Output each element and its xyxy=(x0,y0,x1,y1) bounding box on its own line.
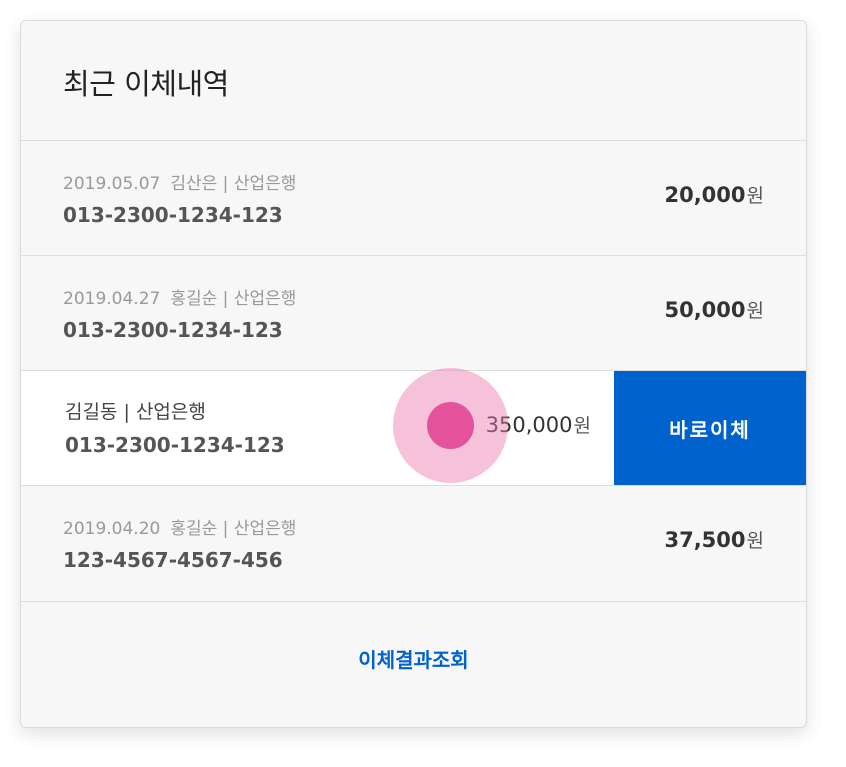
transfer-date: 2019.05.07 xyxy=(63,174,161,194)
transfer-meta: 2019.04.27 홍길순 | 산업은행 xyxy=(63,284,296,309)
currency-unit: 원 xyxy=(746,300,764,322)
account-number: 013-2300-1234-123 xyxy=(65,433,285,457)
transfer-date: 2019.04.27 xyxy=(63,289,161,309)
currency-unit: 원 xyxy=(746,185,764,207)
amount-value: 50,000 xyxy=(664,298,746,322)
recipient-name: 홍길순 xyxy=(170,519,218,539)
currency-unit: 원 xyxy=(746,530,764,552)
transfer-results-link[interactable]: 이체결과조회 xyxy=(21,644,806,673)
quick-transfer-button[interactable]: 바로이체 xyxy=(614,371,806,485)
account-number: 123-4567-4567-456 xyxy=(63,548,283,572)
transfer-row[interactable]: 2019.04.27 홍길순 | 산업은행 013-2300-1234-123 5… xyxy=(21,255,806,370)
transfer-meta: 2019.04.20 홍길순 | 산업은행 xyxy=(63,514,296,539)
bank-name: 산업은행 xyxy=(233,174,297,194)
bank-name: 산업은행 xyxy=(233,289,297,309)
amount-value: 20,000 xyxy=(664,183,746,207)
transfer-date: 2019.04.20 xyxy=(63,519,161,539)
recipient-name: 김산은 xyxy=(170,174,218,194)
separator: | xyxy=(123,401,130,423)
transfer-amount: 20,000원 xyxy=(664,181,764,208)
card-footer: 이체결과조회 xyxy=(21,601,806,727)
transfer-amount: 37,500원 xyxy=(664,526,764,553)
recent-transfers-card: 최근 이체내역 2019.05.07 김산은 | 산업은행 013-2300-12… xyxy=(20,20,807,728)
transfer-row[interactable]: 2019.05.07 김산은 | 산업은행 013-2300-1234-123 2… xyxy=(21,140,806,255)
account-number: 013-2300-1234-123 xyxy=(63,318,283,342)
account-number: 013-2300-1234-123 xyxy=(63,203,283,227)
transfer-meta: 김길동 | 산업은행 xyxy=(65,397,206,424)
separator: | xyxy=(222,289,229,309)
transfer-row[interactable]: 2019.04.20 홍길순 | 산업은행 123-4567-4567-456 3… xyxy=(21,485,806,600)
recipient-name: 홍길순 xyxy=(170,289,218,309)
bank-name: 산업은행 xyxy=(233,519,297,539)
separator: | xyxy=(222,174,229,194)
separator: | xyxy=(222,519,229,539)
touch-point-indicator xyxy=(427,402,474,449)
transfer-meta: 2019.05.07 김산은 | 산업은행 xyxy=(63,169,296,194)
recipient-name: 김길동 xyxy=(65,401,118,423)
amount-value: 37,500 xyxy=(664,528,746,552)
currency-unit: 원 xyxy=(573,415,591,437)
page-title: 최근 이체내역 xyxy=(63,67,229,101)
bank-name: 산업은행 xyxy=(135,401,206,423)
transfer-amount: 50,000원 xyxy=(664,296,764,323)
